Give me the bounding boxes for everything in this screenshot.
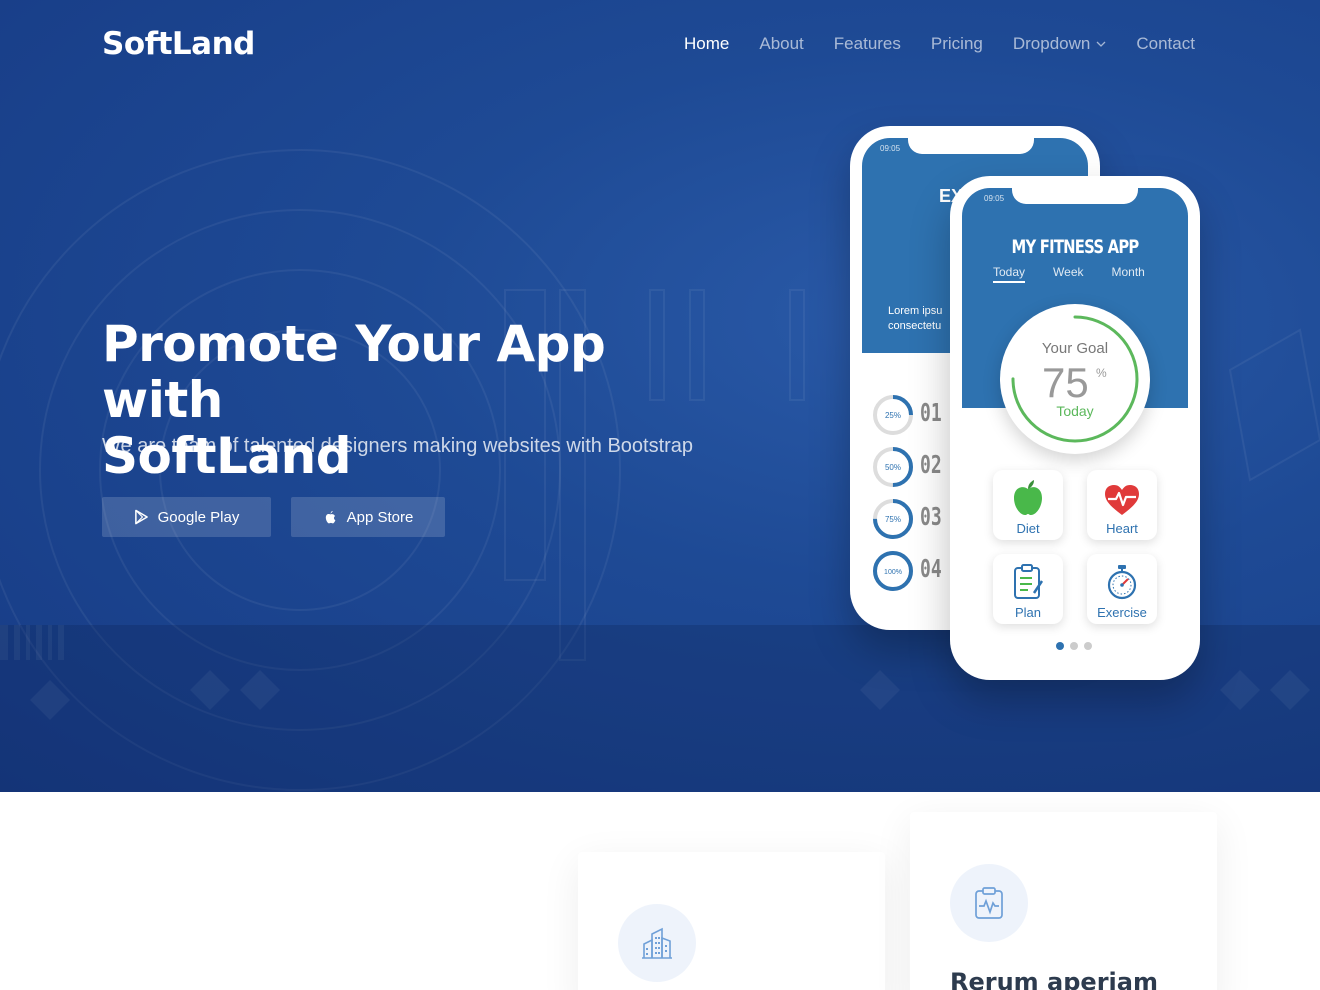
- hero-title-line1: Promote Your App with: [102, 315, 606, 429]
- progress-ring-50-label: 50%: [885, 463, 901, 472]
- nav-about-link[interactable]: About: [759, 34, 803, 54]
- feature-card-2: Rerum aperiam: [910, 812, 1217, 990]
- clipboard-icon: [1014, 564, 1044, 599]
- building-icon: [642, 927, 672, 959]
- phone-back-notch: [908, 138, 1034, 154]
- goal-period: Today: [1056, 403, 1094, 419]
- main-nav: Home About Features Pricing Dropdown Con…: [684, 34, 1195, 54]
- step-number-04: 04: [920, 554, 942, 583]
- step-number-01: 01: [920, 398, 942, 427]
- tile-exercise-label: Exercise: [1097, 605, 1147, 620]
- hero-subtitle: We are team of talented designers making…: [102, 435, 694, 457]
- page-dot-3[interactable]: [1084, 642, 1092, 650]
- hero-section: SoftLand Home About Features Pricing Dro…: [0, 0, 1320, 792]
- fitness-tabs: Today Week Month: [993, 265, 1145, 283]
- tile-heart-label: Heart: [1106, 521, 1138, 536]
- tab-today[interactable]: Today: [993, 265, 1026, 283]
- progress-ring-50: 50%: [873, 447, 913, 487]
- step-number-03: 03: [920, 502, 942, 531]
- progress-ring-25: 25%: [873, 395, 913, 435]
- google-play-icon: [134, 509, 148, 525]
- page-indicator: [1056, 642, 1092, 650]
- brand-logo[interactable]: SoftLand: [102, 26, 255, 62]
- feature-card-2-icon-wrap: [950, 864, 1028, 942]
- app-store-button[interactable]: App Store: [291, 497, 445, 537]
- phone-front-time: 09:05: [984, 194, 1005, 203]
- nav-home-link[interactable]: Home: [684, 34, 729, 54]
- app-store-label: App Store: [346, 508, 414, 526]
- tile-plan[interactable]: Plan: [993, 554, 1063, 624]
- apple-icon: [325, 510, 336, 524]
- google-play-label: Google Play: [157, 508, 240, 526]
- feature-card-2-title: Rerum aperiam: [950, 968, 1158, 990]
- page-dot-2[interactable]: [1070, 642, 1078, 650]
- progress-ring-75-label: 75%: [885, 515, 901, 524]
- tile-plan-label: Plan: [1014, 605, 1042, 620]
- page-dot-1[interactable]: [1056, 642, 1064, 650]
- goal-value: 75: [1042, 359, 1089, 406]
- apple-fruit-icon: [1014, 480, 1042, 515]
- phone-back-text: Lorem ipsu consectetu: [888, 304, 942, 334]
- chevron-down-icon: [1096, 41, 1106, 47]
- progress-ring-100: 100%: [873, 551, 913, 591]
- nav-features-link[interactable]: Features: [834, 34, 901, 54]
- nav-contact-link[interactable]: Contact: [1136, 34, 1195, 54]
- feature-card-1-icon-wrap: [618, 904, 696, 982]
- tile-diet-label: Diet: [1016, 521, 1040, 536]
- feature-card-1: [578, 852, 885, 990]
- goal-label: Your Goal: [1041, 340, 1109, 357]
- nav-pricing-link[interactable]: Pricing: [931, 34, 983, 54]
- progress-ring-100-label: 100%: [884, 569, 902, 576]
- tab-week[interactable]: Week: [1053, 265, 1083, 283]
- nav-dropdown-label: Dropdown: [1012, 34, 1091, 53]
- hero-title: Promote Your App with SoftLand: [102, 316, 702, 484]
- tab-month[interactable]: Month: [1112, 265, 1145, 283]
- phone-back-text-line1: Lorem ipsu: [888, 305, 943, 317]
- heart-icon: [1105, 485, 1139, 515]
- progress-ring-25-label: 25%: [885, 411, 901, 420]
- stopwatch-icon: [1107, 565, 1137, 600]
- fitness-app-title: MY FITNESS APP: [1011, 236, 1139, 258]
- phone-back-time: 09:05: [880, 144, 901, 153]
- tile-exercise[interactable]: Exercise: [1087, 554, 1157, 624]
- goal-progress-widget: Your Goal 75 % Today: [1000, 304, 1150, 454]
- phone-front-notch: [1012, 188, 1138, 204]
- goal-unit: %: [1096, 366, 1107, 380]
- step-number-02: 02: [920, 450, 942, 479]
- tile-diet[interactable]: Diet: [993, 470, 1063, 540]
- clipboard-pulse-icon: [975, 887, 1003, 919]
- phone-back-text-line2: consectetu: [888, 320, 942, 332]
- tile-heart[interactable]: Heart: [1087, 470, 1157, 540]
- google-play-button[interactable]: Google Play: [102, 497, 271, 537]
- phone-mockup-front: 09:05 MY FITNESS APP Today Week Month Yo…: [950, 176, 1200, 680]
- nav-dropdown-link[interactable]: Dropdown: [1013, 34, 1107, 54]
- progress-ring-75: 75%: [873, 499, 913, 539]
